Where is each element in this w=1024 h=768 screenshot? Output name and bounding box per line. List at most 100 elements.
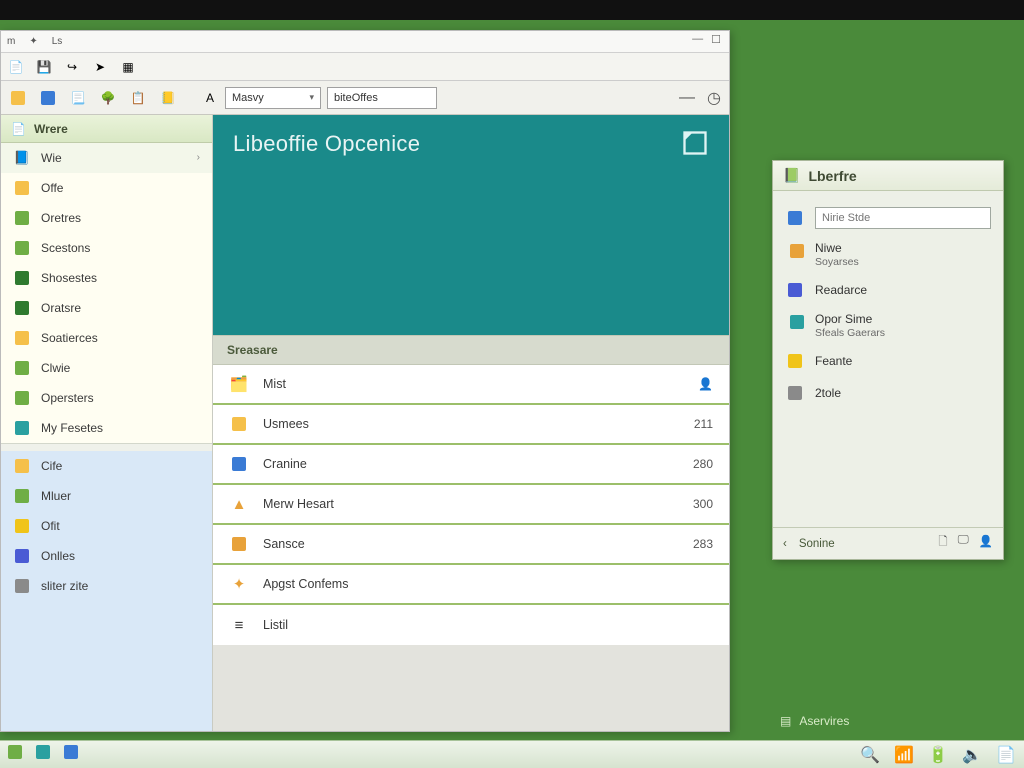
list-item[interactable]: Usmees211	[213, 405, 729, 445]
taskbar-app-icon[interactable]	[36, 745, 50, 764]
dash-icon[interactable]: —	[679, 89, 695, 107]
list-item[interactable]: ≡Listil	[213, 605, 729, 645]
sidebar-item-cife[interactable]: Cife	[1, 451, 212, 481]
sidebar-item-oretres[interactable]: Oretres	[1, 203, 212, 233]
window-controls: — ☐	[692, 33, 721, 46]
app-logo-icon	[681, 129, 709, 157]
list-item-value: 300	[693, 497, 713, 511]
database-icon	[13, 419, 31, 437]
misc-icon: 🗂️	[229, 374, 249, 394]
pf-icon[interactable]: 👤	[979, 534, 993, 553]
font-icon[interactable]: A	[201, 89, 219, 107]
sidebar-item-offe[interactable]: Offe	[1, 173, 212, 203]
doc-icon	[787, 241, 807, 261]
tray-icon[interactable]: 🔈	[962, 745, 982, 765]
combo-font-value: biteOffes	[334, 92, 378, 104]
note-icon[interactable]: 📒	[159, 89, 177, 107]
panel-item-oporsime[interactable]: Opor Sime Sfeals Gaerars	[783, 306, 993, 345]
panel-item-2tole[interactable]: 2tole	[783, 377, 993, 409]
sidebar-item-mluer[interactable]: Mluer	[1, 481, 212, 511]
page2-icon[interactable]: 📋	[129, 89, 147, 107]
send-icon[interactable]: ↪	[63, 58, 81, 76]
cube-icon[interactable]	[39, 89, 57, 107]
menu-item[interactable]: Ls	[52, 36, 63, 47]
sidebar-item-sliterzite[interactable]: sliter zite	[1, 571, 212, 601]
list-item[interactable]: 🗂️ Mist 👤	[213, 365, 729, 405]
list-item[interactable]: ✦Apgst Confems	[213, 565, 729, 605]
panel-body: Niwe Soyarses Readarce Opor Sime Sfeals …	[773, 191, 1003, 415]
maximize-icon[interactable]: ☐	[711, 33, 721, 46]
main-app-window: — ☐ m ✦ Ls 📄 💾 ↪ ➤ ▦ 📃 🌳 📋 📒 A Masvy ▾	[0, 30, 730, 732]
panel-logo-icon: 📗	[783, 167, 800, 184]
box-icon	[13, 389, 31, 407]
taskbar-app-icon[interactable]	[64, 745, 78, 764]
user-icon: 👤	[698, 377, 713, 391]
tray-icon[interactable]: 📶	[894, 745, 914, 765]
sidebar-item-label: Cife	[41, 459, 62, 473]
sidebar-item-ofit[interactable]: Ofit	[1, 511, 212, 541]
toolbar-primary: 📄 💾 ↪ ➤ ▦	[1, 53, 729, 81]
tray-icon[interactable]: 🔍	[860, 745, 880, 765]
back-icon[interactable]: ‹	[783, 538, 787, 550]
list-item-label: Merw Hesart	[263, 497, 334, 511]
panel-footer-label: Sonine	[799, 538, 835, 550]
combo-font[interactable]: biteOffes	[327, 87, 437, 109]
list-item[interactable]: Sansce283	[213, 525, 729, 565]
pf-icon[interactable]: 🗋	[938, 534, 947, 553]
save-icon[interactable]: 💾	[35, 58, 53, 76]
content-area: Libeoffie Opcenice Sreasare 🗂️Mist👤 Usme…	[213, 115, 729, 731]
list-item-label: Mist	[263, 377, 286, 391]
panel-item-feante[interactable]: Feante	[783, 345, 993, 377]
panel-item-label: Niwe	[815, 241, 842, 255]
list-item-label: Usmees	[263, 417, 309, 431]
tray-icon[interactable]: 🔋	[928, 745, 948, 765]
sidebar-item-oratsre[interactable]: Oratsre	[1, 293, 212, 323]
box-icon	[785, 280, 805, 300]
panel-search-row	[783, 201, 993, 235]
menu-item[interactable]: ✦	[29, 36, 37, 47]
list-item[interactable]: Cranine280	[213, 445, 729, 485]
sidebar-group-main: 📘Wie› Offe Oretres Scestons Shosestes Or…	[1, 143, 212, 443]
panel-header: 📗 Lberfre	[773, 161, 1003, 191]
os-taskbar: 🔍 📶 🔋 🔈 📄	[0, 740, 1024, 768]
arrow-icon[interactable]: ➤	[91, 58, 109, 76]
list-item[interactable]: ▲ Merw Hesart 300	[213, 485, 729, 525]
folder-icon[interactable]	[9, 89, 27, 107]
sidebar-item-label: sliter zite	[41, 579, 88, 593]
minimize-icon[interactable]: —	[692, 33, 703, 46]
new-doc-icon[interactable]: 📄	[7, 58, 25, 76]
sidebar-item-myfesetes[interactable]: My Fesetes	[1, 413, 212, 443]
panel-item-niwe[interactable]: Niwe Soyarses	[783, 235, 993, 274]
pf-icon[interactable]: 🖵	[958, 534, 969, 553]
note-icon	[13, 517, 31, 535]
tree-icon[interactable]: 🌳	[99, 89, 117, 107]
sidebar-item-soatierces[interactable]: Soatierces	[1, 323, 212, 353]
note-icon	[785, 351, 805, 371]
sidebar-item-wie[interactable]: 📘Wie›	[1, 143, 212, 173]
panel-item-readarce[interactable]: Readarce	[783, 274, 993, 306]
combo-style[interactable]: Masvy ▾	[225, 87, 321, 109]
tray-icon[interactable]: 📄	[996, 745, 1016, 765]
sidebar-item-label: Opersters	[41, 391, 94, 405]
triangle-icon: ▲	[229, 494, 249, 514]
combo-style-value: Masvy	[232, 92, 264, 104]
sidebar-item-label: Mluer	[41, 489, 71, 503]
sidebar-item-clwie[interactable]: Clwie	[1, 353, 212, 383]
start-icon[interactable]	[8, 745, 22, 764]
globe-icon[interactable]: ◷	[707, 88, 721, 108]
sidebar-item-scestons[interactable]: Scestons	[1, 233, 212, 263]
desktop-shortcut[interactable]: ▤ Aservires	[780, 714, 849, 728]
page-icon[interactable]: 📃	[69, 89, 87, 107]
folder-icon	[13, 179, 31, 197]
sidebar-group-secondary: Cife Mluer Ofit Onlles sliter zite	[1, 451, 212, 731]
panel-item-label: Feante	[815, 354, 852, 368]
menu-item[interactable]: m	[7, 36, 15, 47]
book-icon	[13, 269, 31, 287]
table-icon[interactable]: ▦	[119, 58, 137, 76]
sidebar-item-onlles[interactable]: Onlles	[1, 541, 212, 571]
toolbar-secondary: 📃 🌳 📋 📒 A Masvy ▾ biteOffes — ◷	[1, 81, 729, 115]
sidebar-item-opersters[interactable]: Opersters	[1, 383, 212, 413]
sidebar-item-shosestes[interactable]: Shosestes	[1, 263, 212, 293]
panel-search-input[interactable]	[815, 207, 991, 229]
sidebar-item-label: Onlles	[41, 549, 75, 563]
